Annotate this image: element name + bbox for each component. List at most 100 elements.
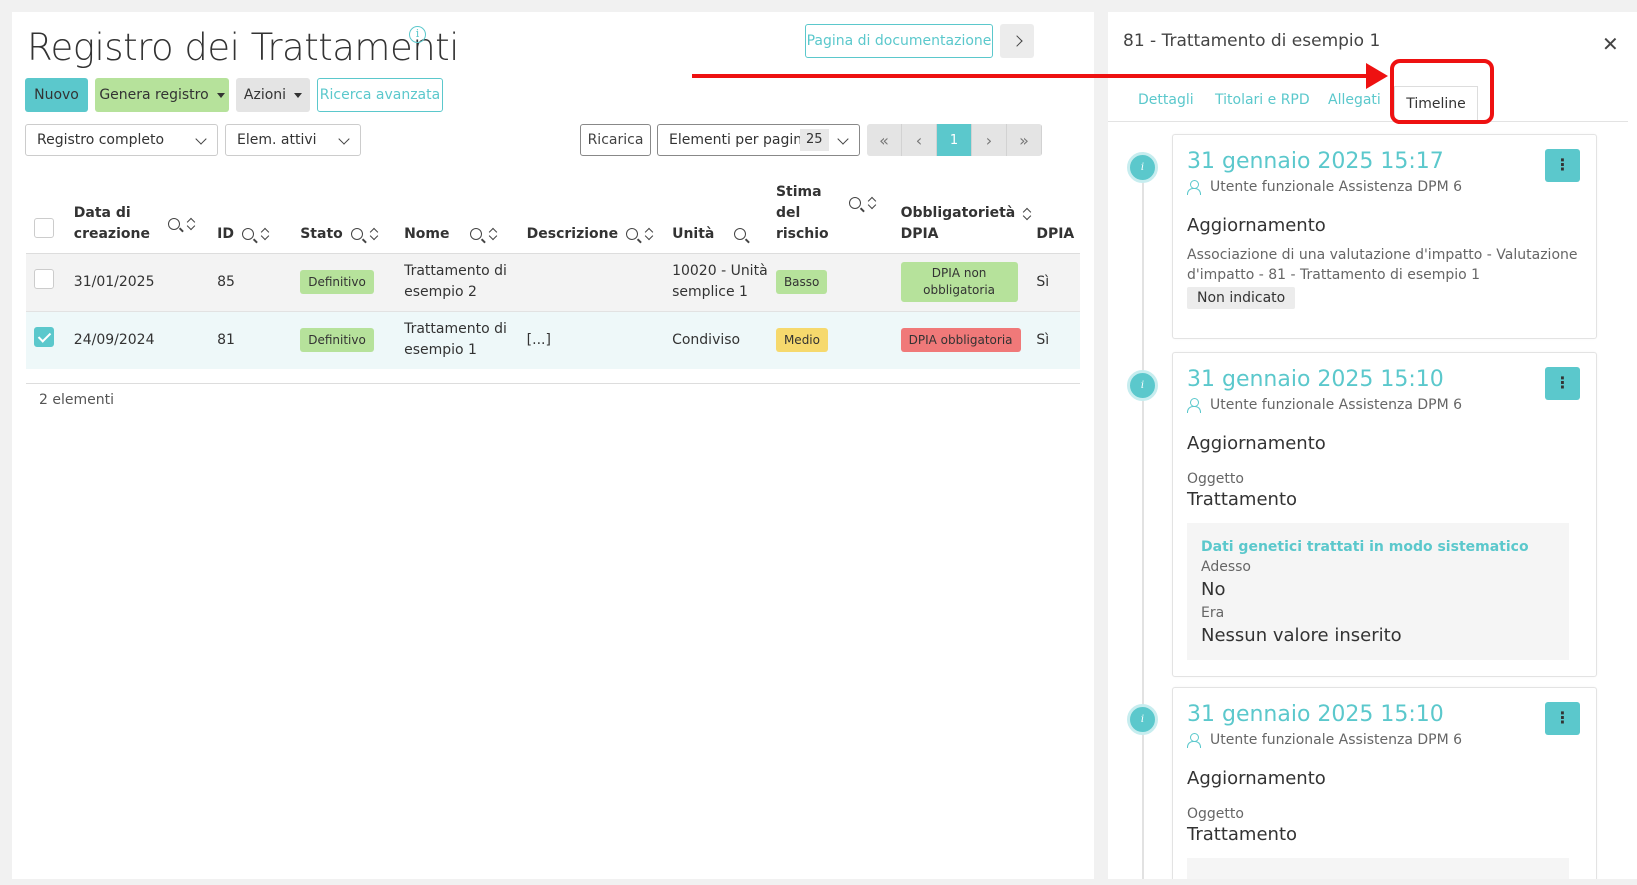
- row-id: 81: [217, 311, 301, 369]
- new-button[interactable]: Nuovo: [25, 78, 88, 112]
- entry-user-name: Utente funzionale Assistenza DPM 6: [1210, 397, 1463, 413]
- row-name-line-2: esempio 1: [404, 342, 477, 359]
- entry-object-value: Trattamento: [1187, 489, 1298, 510]
- row-unit: Condiviso: [672, 311, 776, 369]
- timeline-entry: 31 gennaio 2025 15:17 Utente funzionale …: [1172, 134, 1597, 339]
- row-dpia-required-cell: DPIA obbligatoria: [900, 311, 1037, 369]
- risk-badge: Basso: [775, 270, 828, 294]
- entry-change-box: Dati genetici trattati in modo sistemati…: [1187, 523, 1569, 660]
- more-options-icon[interactable]: ⋮: [1545, 702, 1580, 735]
- row-checkbox[interactable]: [34, 326, 54, 347]
- table-divider: [26, 383, 1080, 384]
- pagination: « ‹ 1 › »: [867, 124, 1042, 156]
- row-unit-line-1: 10020 - Unità: [672, 263, 768, 279]
- timeline-entry: 31 gennaio 2025 15:10 Utente funzionale …: [1172, 352, 1597, 677]
- last-page-icon[interactable]: »: [1007, 124, 1042, 156]
- sort-icon[interactable]: [489, 227, 497, 241]
- col-dpia-required-label-2: DPIA: [900, 225, 939, 242]
- registry-select-value: Registro completo: [37, 132, 165, 148]
- entry-description: Associazione di una valutazione d'impatt…: [1187, 245, 1587, 285]
- status-badge: Definitivo: [300, 328, 374, 353]
- col-dpia-required: Obbligatorietà DPIA: [900, 172, 1037, 254]
- row-name: Trattamento di esempio 2: [404, 253, 527, 312]
- search-icon[interactable]: [350, 228, 363, 240]
- reload-button[interactable]: Ricarica: [580, 124, 651, 156]
- timeline-entry: 31 gennaio 2025 15:10 Utente funzionale …: [1172, 687, 1597, 879]
- col-description-label: Descrizione: [526, 225, 619, 242]
- table-row[interactable]: 31/01/2025 85 Definitivo Trattamento di e…: [26, 253, 1080, 312]
- entry-user-name: Utente funzionale Assistenza DPM 6: [1210, 732, 1463, 748]
- registry-select[interactable]: Registro completo: [25, 124, 218, 156]
- entry-description-line-1: Associazione di una valutazione d'impatt…: [1187, 247, 1578, 263]
- timeline-info-icon: i: [1127, 152, 1158, 183]
- page-title: Registro dei Trattamenti: [27, 26, 459, 69]
- row-description[interactable]: [...]: [526, 311, 673, 369]
- sort-icon[interactable]: [1023, 207, 1031, 221]
- next-page-icon[interactable]: ›: [972, 124, 1007, 156]
- search-icon[interactable]: [167, 217, 180, 230]
- caret-down-icon: [216, 92, 225, 98]
- element-count: 2 elementi: [39, 392, 114, 408]
- sort-icon[interactable]: [187, 217, 195, 231]
- advanced-search-button[interactable]: Ricerca avanzata: [317, 78, 443, 112]
- row-name-line-1: Trattamento di: [404, 263, 507, 279]
- row-select-cell: [26, 253, 74, 312]
- tab-attachments[interactable]: Allegati: [1328, 92, 1381, 108]
- col-created: Data di creazione: [73, 172, 218, 254]
- actions-button[interactable]: Azioni: [236, 78, 310, 112]
- change-was-value: Nessun valore inserito: [1201, 625, 1402, 646]
- entry-kind: Aggiornamento: [1187, 433, 1326, 454]
- search-icon[interactable]: [469, 228, 482, 240]
- sort-icon[interactable]: [370, 227, 378, 241]
- generate-registry-button[interactable]: Genera registro: [95, 78, 229, 112]
- user-icon: [1187, 180, 1201, 195]
- detail-title: 81 - Trattamento di esempio 1: [1123, 31, 1381, 51]
- tab-details[interactable]: Dettagli: [1138, 92, 1194, 108]
- col-risk-label-3: rischio: [775, 225, 829, 242]
- select-all-checkbox[interactable]: [34, 217, 54, 238]
- per-page-value: 25: [800, 129, 829, 151]
- entry-change-box: [1187, 858, 1569, 879]
- sort-icon[interactable]: [261, 227, 269, 241]
- entry-user-name: Utente funzionale Assistenza DPM 6: [1210, 179, 1463, 195]
- table-row[interactable]: 24/09/2024 81 Definitivo Trattamento di e…: [26, 311, 1080, 369]
- detail-tabs: Dettagli Titolari e RPD Allegati Timelin…: [1108, 86, 1628, 122]
- search-icon[interactable]: [734, 228, 747, 240]
- col-risk: Stima del rischio: [775, 172, 901, 254]
- col-dpia: DPIA: [1036, 172, 1080, 254]
- info-icon[interactable]: i: [409, 26, 426, 43]
- dpia-required-badge: DPIA non obbligatoria: [900, 262, 1018, 302]
- row-date: 31/01/2025: [73, 253, 218, 312]
- chevron-down-icon: [338, 133, 350, 145]
- actions-label: Azioni: [243, 87, 287, 103]
- per-page-select[interactable]: Elementi per pagina 25: [657, 124, 860, 156]
- first-page-icon[interactable]: «: [867, 124, 902, 156]
- search-icon[interactable]: [848, 197, 861, 209]
- sort-icon[interactable]: [868, 196, 876, 210]
- chevron-right-icon[interactable]: [1000, 24, 1034, 58]
- row-dpia-required-cell: DPIA non obbligatoria: [900, 253, 1037, 312]
- elements-select[interactable]: Elem. attivi: [225, 124, 361, 156]
- search-icon[interactable]: [241, 228, 254, 240]
- more-options-icon[interactable]: ⋮: [1545, 367, 1580, 400]
- entry-date: 31 gennaio 2025 15:10: [1187, 367, 1444, 392]
- col-risk-label-1: Stima: [775, 183, 822, 200]
- row-risk-cell: Basso: [775, 253, 901, 312]
- row-date: 24/09/2024: [73, 311, 218, 369]
- row-unit: 10020 - Unità semplice 1: [672, 253, 776, 312]
- documentation-button[interactable]: Pagina di documentazione: [805, 24, 993, 58]
- close-icon[interactable]: ✕: [1602, 32, 1619, 56]
- timeline-info-icon: i: [1127, 704, 1158, 735]
- prev-page-icon[interactable]: ‹: [902, 124, 937, 156]
- search-icon[interactable]: [626, 228, 639, 240]
- row-name-line-2: esempio 2: [404, 284, 477, 300]
- caret-down-icon: [294, 92, 303, 98]
- page-current[interactable]: 1: [937, 124, 972, 156]
- timeline-line: [1142, 152, 1144, 879]
- sort-icon[interactable]: [645, 227, 653, 241]
- tab-owners[interactable]: Titolari e RPD: [1215, 92, 1310, 108]
- row-name-line-1: Trattamento di: [404, 321, 507, 338]
- annotation-arrow-head: [1366, 63, 1388, 89]
- row-checkbox[interactable]: [34, 268, 54, 289]
- more-options-icon[interactable]: ⋮: [1545, 149, 1580, 182]
